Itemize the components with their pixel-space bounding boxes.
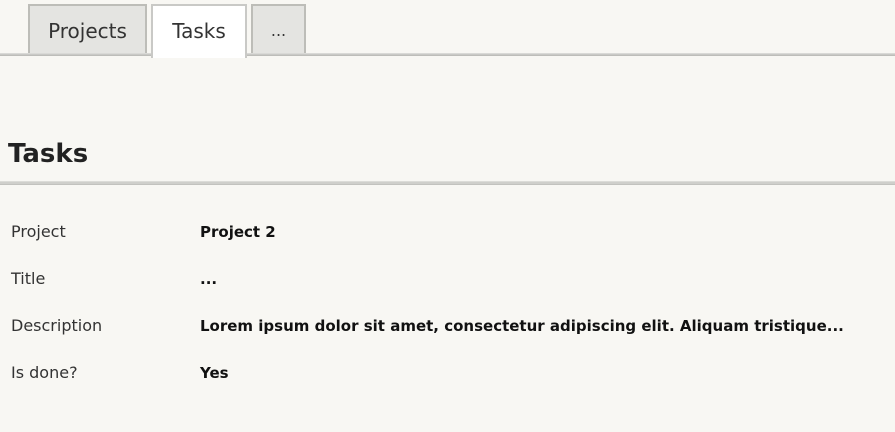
title-divider (0, 181, 895, 185)
detail-row-is-done: Is done? Yes (0, 351, 895, 395)
detail-row-description: Description Lorem ipsum dolor sit amet, … (0, 304, 895, 348)
detail-row-title: Title ... (0, 257, 895, 301)
tab-bar: Projects Tasks ... (0, 0, 895, 58)
detail-row-project: Project Project 2 (0, 210, 895, 254)
tab-tasks[interactable]: Tasks (151, 4, 247, 58)
is-done-label: Is done? (11, 363, 78, 382)
page-title: Tasks (8, 139, 89, 169)
is-done-value: Yes (200, 364, 229, 382)
description-value: Lorem ipsum dolor sit amet, consectetur … (200, 317, 844, 335)
title-label: Title (11, 269, 46, 288)
project-value: Project 2 (200, 223, 276, 241)
tab-bar-divider (0, 53, 895, 56)
tab-more[interactable]: ... (251, 4, 306, 54)
project-label: Project (11, 222, 66, 241)
tab-projects[interactable]: Projects (28, 4, 147, 54)
description-label: Description (11, 316, 103, 335)
title-value: ... (200, 270, 218, 288)
